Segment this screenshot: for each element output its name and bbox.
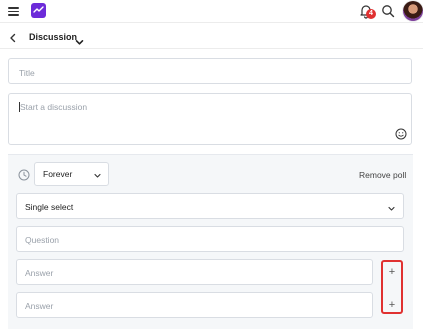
poll-duration-value: Forever (43, 169, 73, 179)
poll-duration-select[interactable]: Forever (34, 162, 109, 186)
menu-icon[interactable] (8, 7, 19, 16)
title-placeholder: Title (19, 68, 35, 78)
notification-badge: 4 (366, 9, 376, 19)
answer-input-2[interactable]: Answer (16, 292, 373, 318)
title-input[interactable]: Title (8, 58, 412, 84)
emoji-icon[interactable] (395, 128, 407, 140)
top-divider (0, 22, 423, 23)
chevron-down-icon (388, 204, 395, 211)
add-answer-button-2[interactable]: + (386, 299, 398, 311)
app-logo-icon[interactable] (31, 3, 46, 18)
discussion-body-input[interactable]: Start a discussion (8, 93, 412, 145)
question-input[interactable]: Question (16, 226, 404, 252)
answer-placeholder: Answer (25, 301, 54, 311)
answer-input-1[interactable]: Answer (16, 259, 373, 285)
poll-type-value: Single select (25, 202, 74, 212)
avatar[interactable] (403, 1, 423, 21)
search-icon[interactable] (381, 4, 395, 18)
remove-poll-link[interactable]: Remove poll (359, 170, 406, 180)
add-answer-button-1[interactable]: + (386, 266, 398, 278)
clock-icon (18, 168, 30, 181)
question-placeholder: Question (25, 235, 60, 245)
body-placeholder: Start a discussion (20, 102, 88, 112)
page-title[interactable]: Discussion (29, 31, 77, 43)
poll-type-select[interactable]: Single select (16, 193, 404, 219)
header-divider (0, 48, 423, 49)
chevron-down-icon[interactable] (75, 33, 84, 45)
back-arrow-icon[interactable] (8, 31, 18, 43)
chevron-down-icon (94, 171, 101, 178)
answer-placeholder: Answer (25, 268, 54, 278)
